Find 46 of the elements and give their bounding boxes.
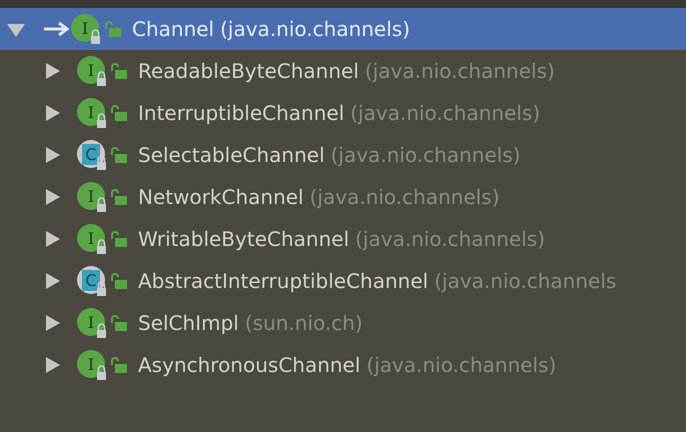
class-name: NetworkChannel bbox=[138, 185, 304, 209]
package-name: (java.nio.channels) bbox=[355, 227, 546, 251]
interface-icon: I bbox=[76, 307, 108, 339]
package-name: (java.nio.channels) bbox=[330, 143, 521, 167]
padlock-icon bbox=[104, 20, 122, 38]
tree-row[interactable]: I NetworkChannel (java.nio.channels) bbox=[0, 176, 686, 218]
class-name: Channel bbox=[132, 17, 214, 41]
interface-icon: I bbox=[76, 349, 108, 381]
tree-row[interactable]: I SelChImpl (sun.nio.ch) bbox=[0, 302, 686, 344]
package-name: (java.nio.channels) bbox=[366, 353, 556, 377]
padlock-icon bbox=[110, 272, 128, 290]
abstract-class-icon: C bbox=[76, 139, 108, 171]
class-name: SelectableChannel bbox=[138, 143, 325, 167]
interface-icon: I bbox=[76, 223, 108, 255]
package-name: (java.nio.channels) bbox=[350, 101, 540, 125]
tree-row[interactable]: I AsynchronousChannel (java.nio.channels) bbox=[0, 344, 686, 386]
tree-row[interactable]: I InterruptibleChannel (java.nio.channels) bbox=[0, 92, 686, 134]
class-name: AsynchronousChannel bbox=[138, 353, 360, 377]
class-name: AbstractInterruptibleChannel bbox=[138, 269, 428, 293]
interface-icon: I bbox=[76, 55, 108, 87]
padlock-icon bbox=[110, 230, 128, 248]
class-name: ReadableByteChannel bbox=[138, 59, 359, 83]
padlock-icon bbox=[110, 104, 128, 122]
package-name: (java.nio.channels) bbox=[220, 17, 410, 41]
package-name: (sun.nio.ch) bbox=[244, 311, 363, 335]
tree-row[interactable]: I Channel (java.nio.channels) bbox=[0, 8, 686, 50]
right-arrow-icon bbox=[42, 21, 72, 37]
padlock-icon bbox=[110, 188, 128, 206]
package-name: (java.nio.channels) bbox=[364, 59, 555, 83]
interface-icon: I bbox=[70, 13, 102, 45]
tree-row[interactable]: I WritableByteChannel (java.nio.channels) bbox=[0, 218, 686, 260]
padlock-icon bbox=[110, 314, 128, 332]
tree-row[interactable]: I ReadableByteChannel (java.nio.channels) bbox=[0, 50, 686, 92]
package-name: (java.nio.channels) bbox=[310, 185, 500, 209]
interface-icon: I bbox=[76, 181, 108, 213]
package-name: (java.nio.channels bbox=[434, 269, 616, 293]
interface-icon: I bbox=[76, 97, 108, 129]
tree-row[interactable]: C AbstractInterruptibleChannel (java.nio.channels bbox=[0, 260, 686, 302]
class-name: InterruptibleChannel bbox=[138, 101, 344, 125]
padlock-icon bbox=[110, 146, 128, 164]
padlock-icon bbox=[110, 62, 128, 80]
padlock-icon bbox=[110, 356, 128, 374]
tree-row[interactable]: C SelectableChannel (java.nio.channels) bbox=[0, 134, 686, 176]
class-name: WritableByteChannel bbox=[138, 227, 350, 251]
class-name: SelChImpl bbox=[138, 311, 239, 335]
abstract-class-icon: C bbox=[76, 265, 108, 297]
